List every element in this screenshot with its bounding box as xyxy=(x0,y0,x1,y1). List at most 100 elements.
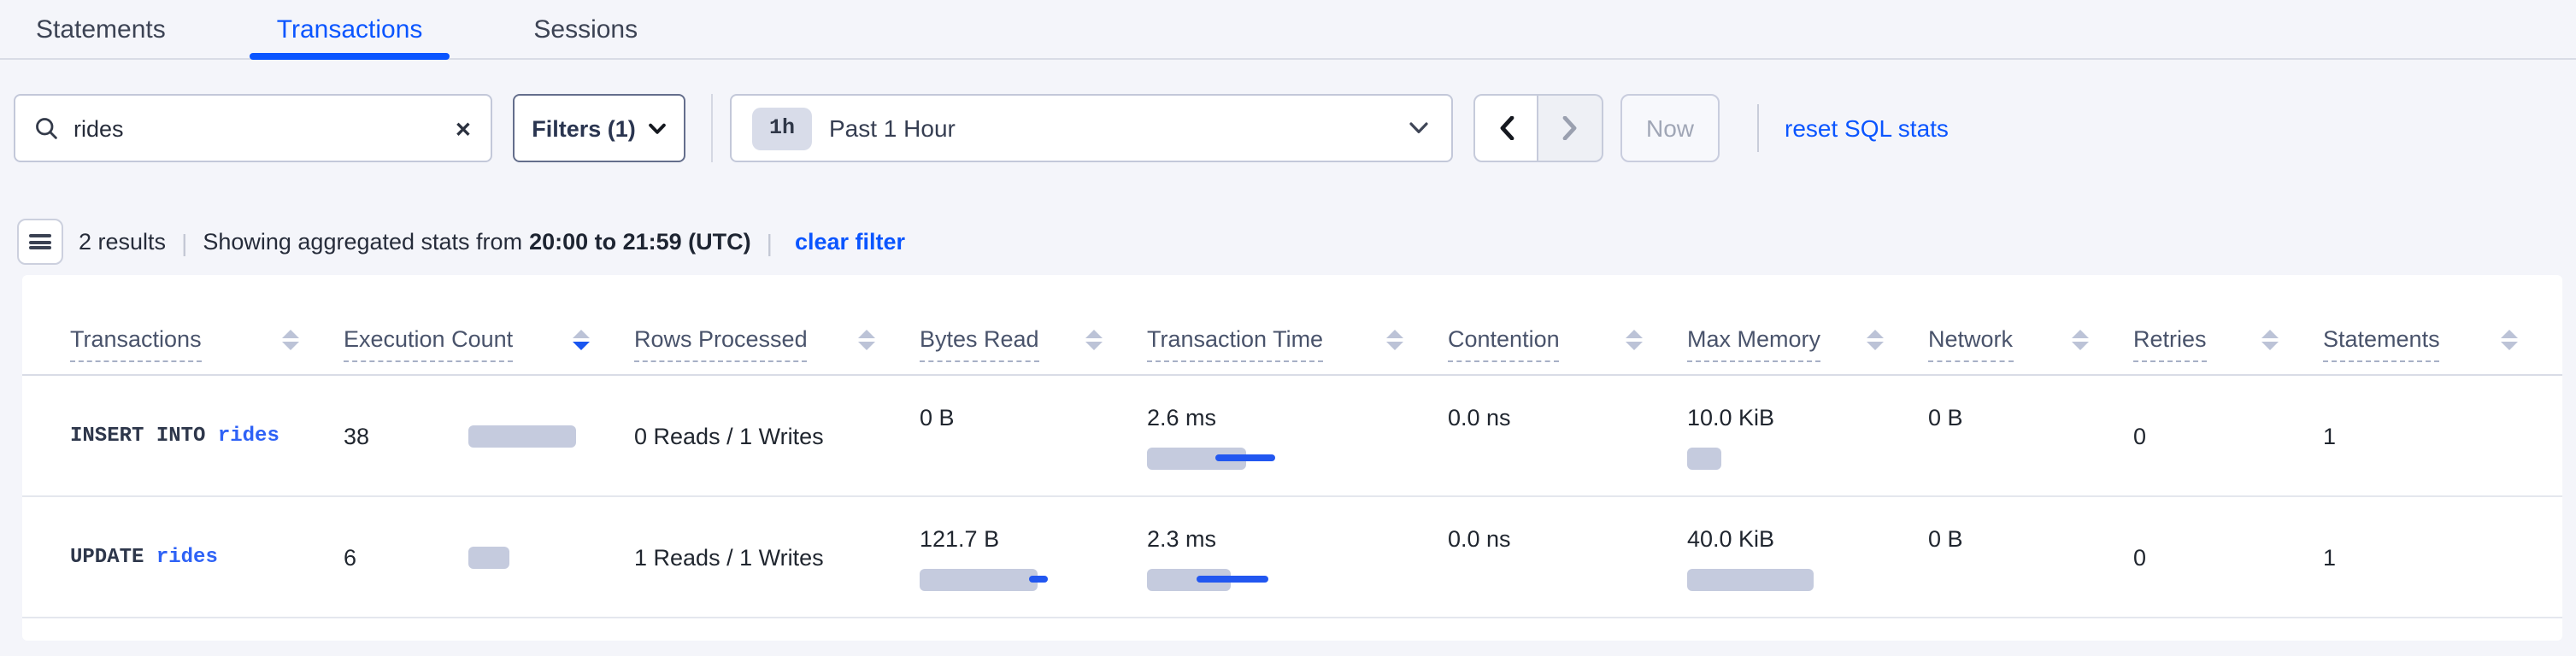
bar-chart xyxy=(920,569,1126,591)
search-input[interactable]: rides ✕ xyxy=(14,94,492,162)
separator: | xyxy=(767,228,773,255)
table-name-link[interactable]: rides xyxy=(218,424,279,448)
cell-value: 2.3 ms xyxy=(1147,523,1216,555)
cell-value: 1 xyxy=(2323,423,2336,448)
column-label[interactable]: Network xyxy=(1928,326,2013,362)
bar-chart xyxy=(1928,569,2113,591)
search-icon xyxy=(34,116,58,140)
transaction-fingerprint-link[interactable]: INSERT INTO rides xyxy=(70,424,279,448)
now-button[interactable]: Now xyxy=(1620,94,1720,162)
column-header-contention[interactable]: Contention xyxy=(1427,275,1667,374)
column-selector-button[interactable] xyxy=(17,219,63,265)
tab-statements[interactable]: Statements xyxy=(9,0,193,58)
bar-chart xyxy=(1448,569,1667,591)
cell-value: 0 xyxy=(2133,423,2146,448)
column-label[interactable]: Transactions xyxy=(70,326,202,362)
list-icon xyxy=(29,231,51,253)
column-header-max-memory[interactable]: Max Memory xyxy=(1667,275,1908,374)
filters-button[interactable]: Filters (1) xyxy=(513,94,685,162)
cell-network: 0 B xyxy=(1908,376,2113,495)
column-label[interactable]: Retries xyxy=(2133,326,2207,362)
cell-statements: 1 xyxy=(2303,497,2542,617)
cell-value: 0 B xyxy=(1928,401,1963,434)
results-count: 2 results xyxy=(79,229,166,255)
cell-transaction: INSERT INTO rides xyxy=(50,376,323,495)
column-label[interactable]: Max Memory xyxy=(1687,326,1820,362)
tab-statements-label: Statements xyxy=(36,15,166,44)
cell-value: 6 xyxy=(344,544,468,570)
table-row: INSERT INTO rides 38 0 Reads / 1 Writes … xyxy=(22,376,2562,497)
column-header-rows-processed[interactable]: Rows Processed xyxy=(614,275,899,374)
table-header-row: Transactions Execution Count Rows Proces… xyxy=(22,275,2562,376)
cell-value: 10.0 KiB xyxy=(1687,401,1774,434)
column-label[interactable]: Bytes Read xyxy=(920,326,1039,362)
cell-value: 38 xyxy=(344,423,468,448)
sort-arrows-icon[interactable] xyxy=(2501,330,2518,350)
tab-transactions[interactable]: Transactions xyxy=(250,0,450,58)
bar-chart xyxy=(1147,448,1427,470)
sort-arrows-icon[interactable] xyxy=(573,330,590,350)
next-time-window-button[interactable] xyxy=(1538,94,1603,162)
cell-value: 1 xyxy=(2323,544,2336,570)
column-header-transaction-time[interactable]: Transaction Time xyxy=(1126,275,1427,374)
time-range-dropdown[interactable]: 1h Past 1 Hour xyxy=(730,94,1453,162)
cell-value: 0.0 ns xyxy=(1448,401,1511,434)
tab-sessions[interactable]: Sessions xyxy=(506,0,665,58)
cell-retries: 0 xyxy=(2113,497,2303,617)
bar-stddev-line xyxy=(1029,576,1048,583)
cell-contention: 0.0 ns xyxy=(1427,497,1667,617)
chevron-right-icon xyxy=(1562,116,1578,140)
sort-arrows-icon[interactable] xyxy=(2261,330,2279,350)
bar xyxy=(468,425,576,447)
bar-chart xyxy=(1687,569,1908,591)
sort-arrows-icon[interactable] xyxy=(282,330,299,350)
time-range-label: Past 1 Hour xyxy=(829,114,956,142)
sort-arrows-icon[interactable] xyxy=(1085,330,1103,350)
transactions-table: Transactions Execution Count Rows Proces… xyxy=(22,275,2562,641)
column-header-network[interactable]: Network xyxy=(1908,275,2113,374)
transaction-fingerprint-link[interactable]: UPDATE rides xyxy=(70,545,218,569)
sort-arrows-icon[interactable] xyxy=(1867,330,1884,350)
sort-arrows-icon[interactable] xyxy=(1386,330,1403,350)
sort-arrows-icon[interactable] xyxy=(1626,330,1643,350)
tab-bar: Statements Transactions Sessions xyxy=(0,0,2576,60)
sql-keyword: UPDATE xyxy=(70,545,144,569)
now-label: Now xyxy=(1646,114,1694,142)
column-header-statements[interactable]: Statements xyxy=(2303,275,2542,374)
previous-time-window-button[interactable] xyxy=(1473,94,1538,162)
cell-rows-processed: 1 Reads / 1 Writes xyxy=(614,497,899,617)
clear-search-icon[interactable]: ✕ xyxy=(455,96,472,164)
sort-arrows-icon[interactable] xyxy=(858,330,875,350)
column-header-execution-count[interactable]: Execution Count xyxy=(323,275,614,374)
column-header-bytes-read[interactable]: Bytes Read xyxy=(899,275,1126,374)
cell-retries: 0 xyxy=(2113,376,2303,495)
bar-chart xyxy=(468,425,614,447)
divider xyxy=(1757,104,1759,152)
table-name-link[interactable]: rides xyxy=(156,545,218,569)
column-label[interactable]: Transaction Time xyxy=(1147,326,1323,362)
cell-transaction-time: 2.6 ms xyxy=(1126,376,1427,495)
sort-arrows-icon[interactable] xyxy=(2072,330,2089,350)
cell-value: 0 B xyxy=(1928,523,1963,555)
column-label[interactable]: Statements xyxy=(2323,326,2440,362)
cell-value: 0 Reads / 1 Writes xyxy=(634,423,824,448)
column-header-transactions[interactable]: Transactions xyxy=(50,275,323,374)
clear-filter-link[interactable]: clear filter xyxy=(795,229,905,255)
reset-sql-stats-link[interactable]: reset SQL stats xyxy=(1785,94,1949,162)
search-value: rides xyxy=(74,115,124,141)
sql-keyword: INSERT INTO xyxy=(70,424,205,448)
cell-execution-count: 38 xyxy=(323,376,614,495)
cell-value: 0 xyxy=(2133,544,2146,570)
cell-bytes-read: 0 B xyxy=(899,376,1126,495)
column-label[interactable]: Rows Processed xyxy=(634,326,808,362)
filters-label: Filters (1) xyxy=(532,115,636,141)
cell-transaction-time: 2.3 ms xyxy=(1126,497,1427,617)
column-label[interactable]: Contention xyxy=(1448,326,1560,362)
column-header-retries[interactable]: Retries xyxy=(2113,275,2303,374)
column-label[interactable]: Execution Count xyxy=(344,326,513,362)
cell-max-memory: 40.0 KiB xyxy=(1667,497,1908,617)
cell-value: 1 Reads / 1 Writes xyxy=(634,544,824,570)
bar xyxy=(1687,448,1721,470)
bar-chart xyxy=(1147,569,1427,591)
showing-stats-text: Showing aggregated stats from xyxy=(203,229,522,255)
